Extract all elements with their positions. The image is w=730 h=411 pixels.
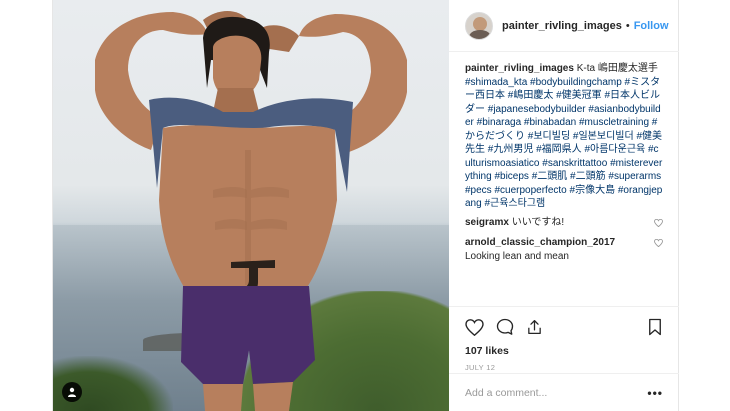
heart-icon[interactable]	[654, 218, 663, 232]
post-photo[interactable]	[53, 0, 449, 411]
follow-button[interactable]: Follow	[634, 20, 669, 32]
caption: painter_rivling_images K-ta 嶋田慶太選手 #shim…	[465, 62, 663, 211]
caption-text: K-ta 嶋田慶太選手	[576, 63, 658, 74]
header-separator: •	[625, 19, 630, 32]
bookmark-icon[interactable]	[647, 318, 663, 336]
action-icons	[465, 307, 663, 347]
post-side-panel: painter_rivling_images • Follow painter_…	[449, 0, 679, 411]
heart-icon[interactable]	[654, 238, 663, 252]
comment-username[interactable]: arnold_classic_champion_2017	[465, 237, 615, 248]
post-date: JULY 12	[465, 363, 496, 372]
add-comment-input[interactable]	[465, 386, 648, 399]
instagram-post: painter_rivling_images • Follow painter_…	[52, 0, 679, 411]
comment-text: いいですね!	[511, 216, 565, 228]
post-actions: 107 likes JULY 12	[449, 306, 679, 372]
comment-item: seigramx いいですね!	[465, 216, 663, 232]
comment-item: arnold_classic_champion_2017 Looking lea…	[465, 236, 663, 263]
comment-username[interactable]: seigramx	[465, 217, 509, 228]
comment-icon[interactable]	[496, 318, 514, 336]
heart-icon[interactable]	[465, 318, 484, 336]
comments-section: painter_rivling_images K-ta 嶋田慶太選手 #shim…	[449, 52, 679, 306]
likes-count[interactable]: 107 likes	[465, 345, 663, 357]
header-username[interactable]: painter_rivling_images	[502, 20, 622, 32]
share-icon[interactable]	[526, 318, 543, 336]
avatar[interactable]	[465, 11, 493, 40]
user-tag-icon[interactable]	[62, 382, 82, 402]
add-comment-bar: •••	[449, 373, 679, 411]
post-header: painter_rivling_images • Follow	[449, 0, 679, 52]
comment-text: Looking lean and mean	[465, 250, 569, 262]
caption-hashtags[interactable]: #shimada_kta #bodybuildingchamp #ミスター西日本…	[465, 76, 663, 211]
caption-username[interactable]: painter_rivling_images	[465, 63, 574, 74]
bodybuilder-figure	[95, 11, 407, 411]
more-options-icon[interactable]: •••	[647, 386, 663, 400]
